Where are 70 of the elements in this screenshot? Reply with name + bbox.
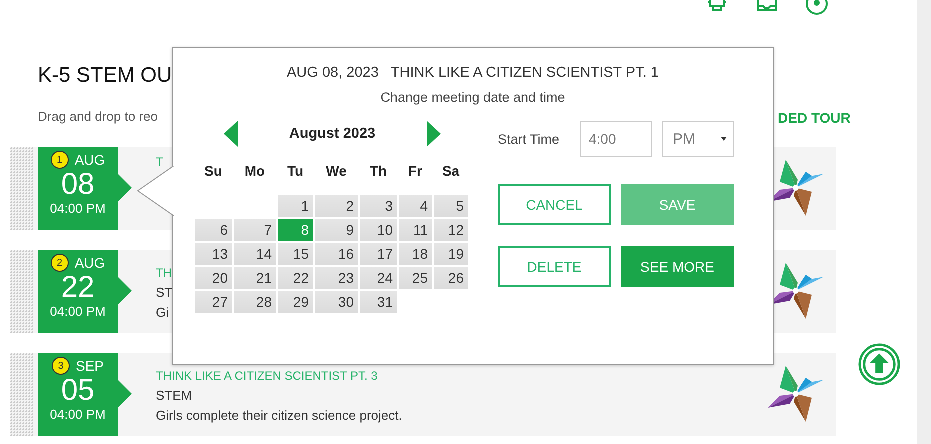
day-text: 05 bbox=[61, 375, 95, 407]
calendar-day[interactable]: 22 bbox=[278, 267, 313, 289]
drag-handle[interactable] bbox=[10, 250, 33, 333]
calendar-day[interactable]: 5 bbox=[434, 195, 468, 217]
meeting-category: ST bbox=[156, 285, 174, 300]
start-time-label: Start Time bbox=[498, 132, 561, 146]
month-text: AUG bbox=[74, 255, 106, 271]
month-title: August 2023 bbox=[289, 126, 376, 142]
weekday-label: Tu bbox=[286, 163, 305, 181]
weekday-label: Sa bbox=[441, 163, 461, 181]
calendar-day[interactable]: 9 bbox=[315, 219, 358, 241]
drag-handle[interactable] bbox=[10, 147, 33, 230]
calendar-day[interactable]: 6 bbox=[195, 219, 232, 241]
calendar-day[interactable]: 12 bbox=[434, 219, 468, 241]
meeting-category: STEM bbox=[156, 388, 194, 403]
day-text: 08 bbox=[61, 169, 95, 201]
calendar-day[interactable]: 15 bbox=[278, 243, 313, 265]
meeting-description: Girls complete their citizen science project. bbox=[156, 408, 404, 423]
month-text: AUG bbox=[74, 152, 106, 168]
popup-subtitle: Change meeting date and time bbox=[380, 90, 566, 105]
calendar-day[interactable]: 11 bbox=[399, 219, 432, 241]
next-month-icon[interactable] bbox=[426, 121, 441, 147]
start-time-field[interactable]: 4:00 bbox=[580, 121, 652, 157]
calendar-day[interactable]: 4 bbox=[399, 195, 432, 217]
scroll-up-icon[interactable] bbox=[858, 343, 901, 386]
calendar-day[interactable]: 21 bbox=[234, 267, 276, 289]
weekday-label: Th bbox=[368, 163, 388, 181]
calendar-day[interactable]: 29 bbox=[278, 291, 313, 313]
order-number: 2 bbox=[50, 254, 69, 272]
calendar-day[interactable]: 31 bbox=[360, 291, 397, 313]
calendar-day[interactable]: 18 bbox=[399, 243, 432, 265]
weekday-label: Fr bbox=[408, 163, 424, 181]
meeting-description: Gi bbox=[156, 305, 170, 320]
order-number: 1 bbox=[50, 151, 69, 169]
calendar-day[interactable]: 19 bbox=[434, 243, 468, 265]
calendar-day[interactable]: 20 bbox=[195, 267, 232, 289]
drag-handle[interactable] bbox=[10, 353, 33, 436]
weekday-label: We bbox=[325, 163, 348, 181]
calendar-day[interactable]: 7 bbox=[234, 219, 276, 241]
meeting-date: AUG 08, 2023 bbox=[287, 65, 379, 81]
calendar-day[interactable]: 27 bbox=[195, 291, 232, 313]
calendar-day[interactable]: 30 bbox=[315, 291, 358, 313]
calendar-day[interactable]: 26 bbox=[434, 267, 468, 289]
calendar-day[interactable]: 3 bbox=[360, 195, 397, 217]
order-number: 3 bbox=[52, 357, 70, 375]
time-text: 04:00 PM bbox=[50, 201, 106, 216]
previous-month-icon[interactable] bbox=[224, 121, 238, 147]
time-text: 04:00 PM bbox=[50, 304, 106, 319]
calendar-day[interactable]: 23 bbox=[315, 267, 358, 289]
time-text: 04:00 PM bbox=[50, 407, 106, 422]
calendar-day[interactable]: 1 bbox=[278, 195, 313, 217]
page-title: K-5 STEM OU bbox=[38, 64, 172, 88]
calendar-day[interactable]: 13 bbox=[195, 243, 232, 265]
day-text: 22 bbox=[61, 272, 95, 304]
weekday-label: Su bbox=[204, 163, 224, 181]
weekday-label: Mo bbox=[244, 163, 266, 181]
calendar-day[interactable]: 10 bbox=[360, 219, 397, 241]
instructions-text: Drag and drop to reo bbox=[38, 109, 158, 124]
calendar-day[interactable]: 2 bbox=[315, 195, 358, 217]
calendar-day[interactable]: 17 bbox=[360, 243, 397, 265]
pinwheel-icon bbox=[766, 364, 826, 424]
popup-title: THINK LIKE A CITIZEN SCIENTIST PT. 1 bbox=[390, 65, 659, 81]
calendar-day[interactable]: 25 bbox=[399, 267, 432, 289]
calendar-day[interactable]: 24 bbox=[360, 267, 397, 289]
calendar-day[interactable]: 28 bbox=[234, 291, 276, 313]
period-dropdown[interactable]: PM bbox=[662, 121, 734, 157]
month-text: SEP bbox=[76, 358, 104, 374]
caret-icon bbox=[721, 137, 727, 141]
calendar-day[interactable]: 16 bbox=[315, 243, 358, 265]
calendar-day[interactable]: 14 bbox=[234, 243, 276, 265]
